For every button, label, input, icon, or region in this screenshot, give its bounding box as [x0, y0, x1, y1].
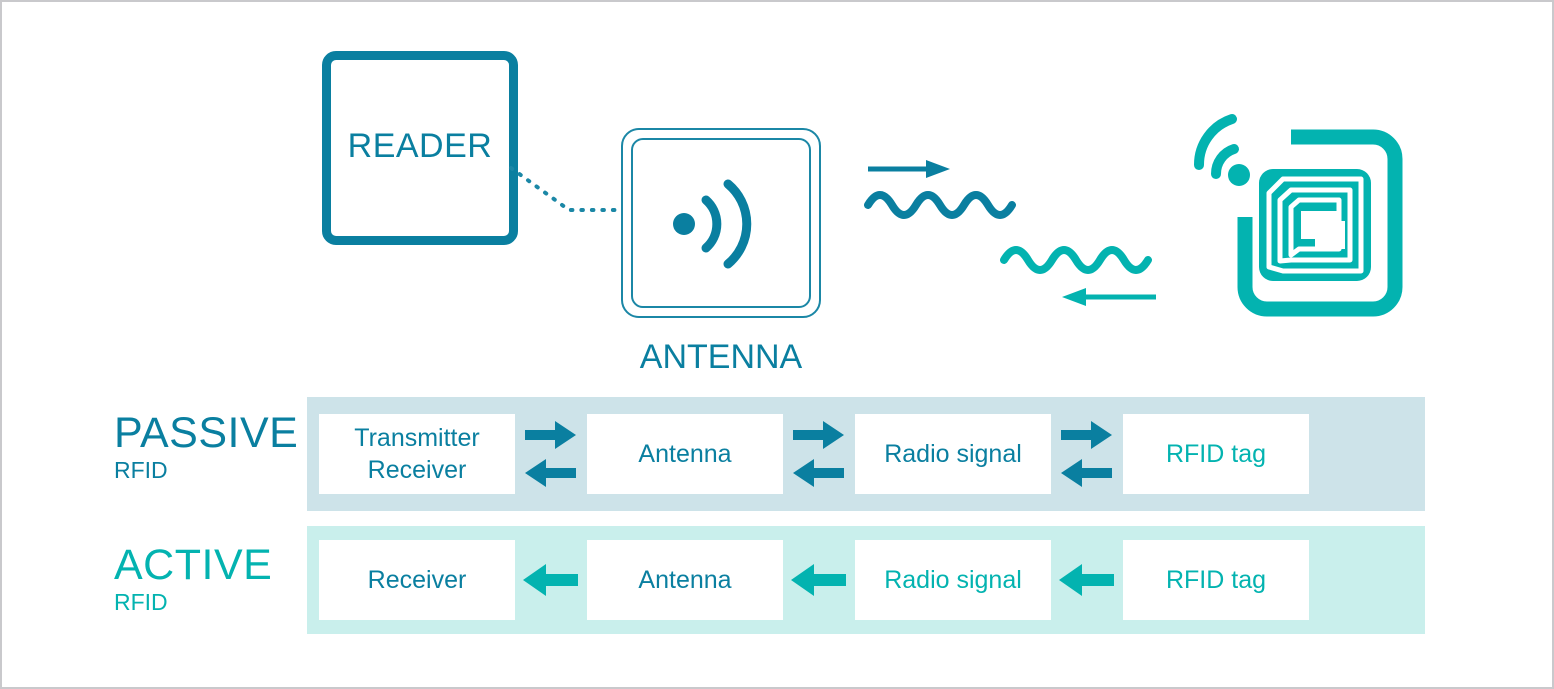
- active-row-band: Receiver Antenna Radio signal RFID tag: [307, 526, 1425, 634]
- passive-bidirectional-arrows-3: [1051, 414, 1123, 494]
- passive-row-title: PASSIVE: [114, 409, 299, 457]
- active-cell-rfid-tag: RFID tag: [1123, 540, 1309, 620]
- rfid-diagram-canvas: READER ANTENNA PASSIVE RFID Transmitter …: [0, 0, 1554, 689]
- passive-cell-antenna-label: Antenna: [638, 440, 732, 468]
- antenna-label: ANTENNA: [639, 338, 803, 376]
- arrow-left-icon: [1061, 459, 1112, 487]
- arrow-right-icon: [1061, 421, 1112, 449]
- passive-row-band: Transmitter Receiver Antenna Radio signa…: [307, 397, 1425, 511]
- passive-row-subtitle: RFID: [114, 457, 168, 483]
- passive-cell-radio-signal-label: Radio signal: [884, 440, 1022, 468]
- arrow-left-icon: [1059, 564, 1114, 596]
- wave-left-icon: [1000, 246, 1156, 306]
- passive-cell-radio-signal: Radio signal: [855, 414, 1051, 494]
- active-cell-antenna: Antenna: [587, 540, 783, 620]
- arrow-left-icon: [525, 459, 576, 487]
- active-row-subtitle: RFID: [114, 589, 168, 615]
- arrow-left-icon: [523, 564, 578, 596]
- active-cell-radio-signal: Radio signal: [855, 540, 1051, 620]
- arrow-right-icon: [525, 421, 576, 449]
- passive-cell-rfid-tag-label: RFID tag: [1165, 440, 1267, 468]
- dotted-cable-icon: [509, 166, 637, 212]
- passive-cell-rfid-tag: RFID tag: [1123, 414, 1309, 494]
- passive-bidirectional-arrows-1: [515, 414, 587, 494]
- active-cell-rfid-tag-label: RFID tag: [1165, 566, 1267, 594]
- active-left-arrow-1: [515, 540, 587, 620]
- arrow-left-icon: [1062, 288, 1086, 306]
- wave-right-icon: [864, 160, 1016, 219]
- passive-row-label: PASSIVE RFID: [114, 411, 298, 483]
- arrow-left-icon: [791, 564, 846, 596]
- antenna-signal-icon: [673, 179, 752, 269]
- active-left-arrow-3: [1051, 540, 1123, 620]
- arrow-left-icon: [793, 459, 844, 487]
- reader-label: READER: [347, 127, 493, 165]
- passive-cell-antenna: Antenna: [587, 414, 783, 494]
- active-cell-radio-signal-label: Radio signal: [884, 566, 1022, 594]
- active-cell-receiver-label: Receiver: [367, 566, 467, 594]
- passive-bidirectional-arrows-2: [783, 414, 855, 494]
- passive-cell-line-2: Receiver: [367, 456, 467, 484]
- passive-cell-line-1: Transmitter: [354, 424, 480, 452]
- active-left-arrow-2: [783, 540, 855, 620]
- active-cell-antenna-label: Antenna: [638, 566, 732, 594]
- active-row-title: ACTIVE: [114, 541, 273, 589]
- active-row-label: ACTIVE RFID: [114, 543, 272, 615]
- rfid-tag-chip-icon: [1193, 114, 1403, 317]
- passive-cell-transmitter-receiver: Transmitter Receiver: [319, 414, 515, 494]
- arrow-right-icon: [926, 160, 950, 178]
- arrow-right-icon: [793, 421, 844, 449]
- active-cell-receiver: Receiver: [319, 540, 515, 620]
